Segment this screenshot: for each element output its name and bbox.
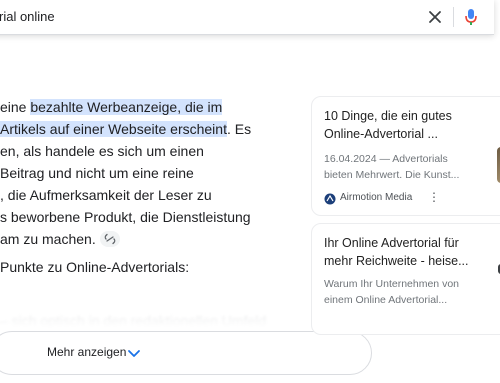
source-card[interactable]: 10 Dinge, die ein gutes Online-Advertori… [311,96,500,216]
card-snippet: 16.04.2024 — Advertorials bieten Mehrwer… [324,153,460,181]
answer-line: eine bezahlte Werbeanzeige, die im [0,99,223,115]
show-more-button[interactable]: Mehr anzeigen [0,331,372,375]
source-name: Airmotion Media [340,192,413,203]
highlighted-text: bezahlte Werbeanzeige, die im [30,99,223,115]
answer-line: Artikels auf einer Webseite erscheint. E… [0,121,252,137]
source-card[interactable]: Ihr Online Advertorial für mehr Reichwei… [311,223,500,335]
highlighted-text: Artikels auf einer Webseite erscheint [0,121,227,137]
close-icon[interactable] [426,8,444,26]
card-title[interactable]: 10 Dinge, die ein gutes Online-Advertori… [324,107,484,143]
points-heading: Punkte zu Online-Advertorials: [0,259,190,275]
card-snippet: Warum Ihr Unternehmen von einem Online A… [324,278,459,306]
answer-line: am zu machen. [0,228,290,250]
answer-line: , die Aufmerksamkeit der Leser zu [0,187,212,203]
show-more-label: Mehr anzeigen [47,345,127,359]
more-vert-icon[interactable]: ⋮ [428,190,440,204]
search-bar[interactable]: rial online [0,0,494,35]
faded-text: – sich optisch in den redaktionellen Umf… [0,313,267,329]
mic-icon[interactable] [464,7,478,27]
answer-line: s beworbene Produkt, die Dienstleistung [0,209,251,225]
answer-line: en, als handele es sich um einen [0,143,204,159]
link-icon[interactable] [99,231,120,247]
search-divider [453,7,454,27]
search-input[interactable]: rial online [0,9,55,24]
ai-answer-text: eine bezahlte Werbeanzeige, die im Artik… [0,96,290,250]
answer-line: Beitrag und nicht um eine reine [0,165,194,181]
chevron-down-icon [127,346,141,360]
card-title[interactable]: Ihr Online Advertorial für mehr Reichwei… [324,234,484,270]
source-logo-icon [324,192,336,205]
